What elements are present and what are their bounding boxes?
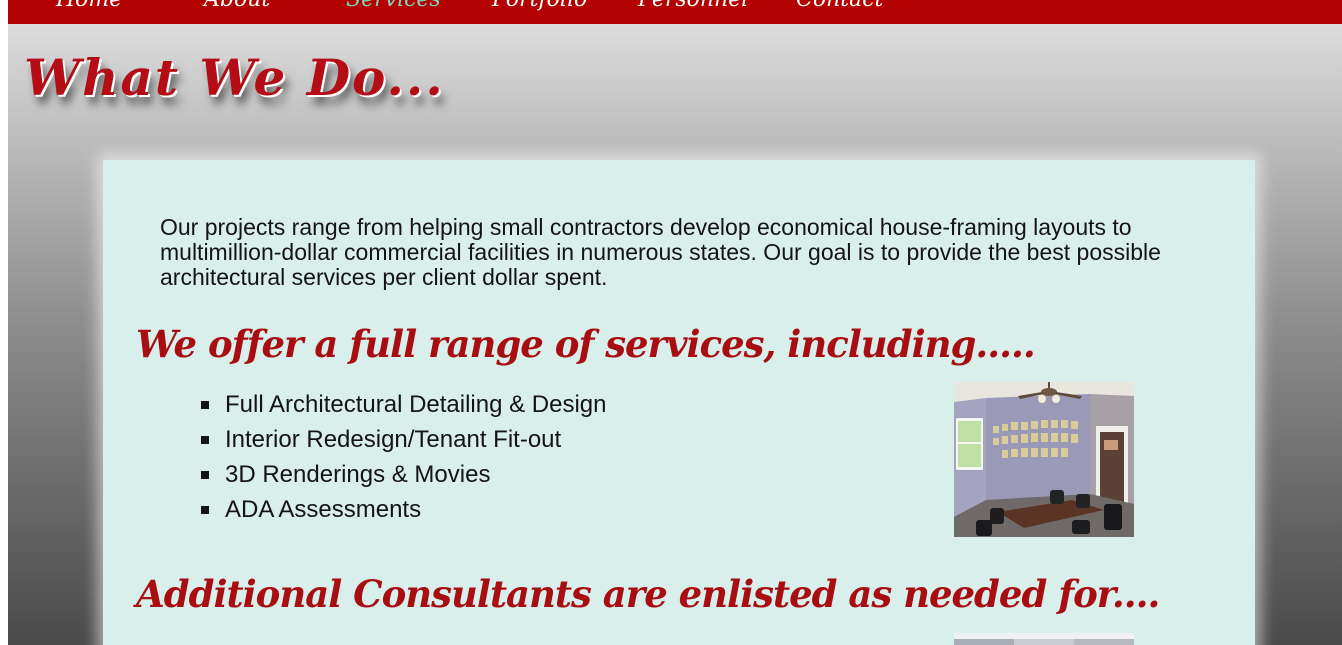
nav-link-personnel[interactable]: Personnel (638, 0, 748, 12)
interior-photo-partial (954, 633, 1134, 645)
nav-link-portfolio[interactable]: Portfolio (492, 0, 587, 12)
consultants-heading: Additional Consultants are enlisted as n… (136, 572, 1160, 616)
service-label: 3D Renderings & Movies (225, 461, 491, 488)
nav-link-contact[interactable]: Contact (796, 0, 883, 12)
service-label: Full Architectural Detailing & Design (225, 391, 607, 418)
bullet-icon (201, 471, 209, 479)
content-panel: Our projects range from helping small co… (103, 160, 1255, 645)
nav-link-about[interactable]: About (204, 0, 270, 12)
service-label: ADA Assessments (225, 496, 422, 523)
list-item: 3D Renderings & Movies (201, 458, 607, 493)
bullet-icon (201, 506, 209, 514)
nav-link-home[interactable]: Home (56, 0, 122, 12)
list-item: Interior Redesign/Tenant Fit-out (201, 423, 607, 458)
services-heading: We offer a full range of services, inclu… (136, 322, 1036, 366)
list-item: Full Architectural Detailing & Design (201, 388, 607, 423)
page-title: What We Do... (24, 48, 445, 107)
intro-paragraph: Our projects range from helping small co… (160, 214, 1161, 290)
bullet-icon (201, 401, 209, 409)
main-navigation: Home About Services Portfolio Personnel … (8, 0, 1342, 24)
nav-link-services[interactable]: Services (346, 0, 441, 12)
list-item: ADA Assessments (201, 493, 607, 528)
service-label: Interior Redesign/Tenant Fit-out (225, 426, 562, 453)
conference-room-photo (954, 382, 1134, 537)
left-edge-strip (0, 0, 8, 645)
bullet-icon (201, 436, 209, 444)
services-list: Full Architectural Detailing & Design In… (201, 388, 607, 528)
